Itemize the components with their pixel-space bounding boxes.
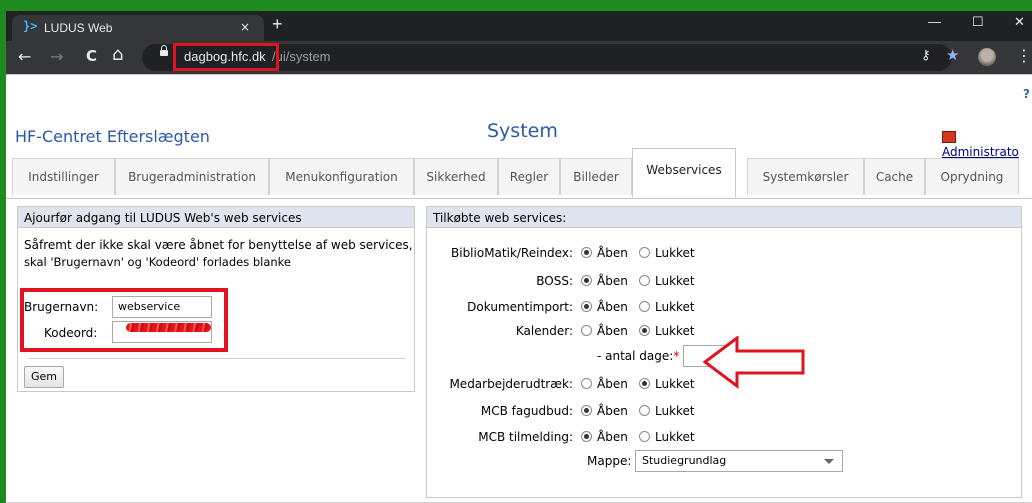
tab-indstillinger[interactable]: Indstillinger bbox=[12, 158, 115, 195]
closed-label: Lukket bbox=[655, 246, 695, 260]
required-marker: * bbox=[673, 349, 680, 363]
radio-mcb-tilmelding-closed[interactable] bbox=[639, 431, 650, 442]
browser-tab[interactable]: }> LUDUS Web × bbox=[12, 15, 264, 41]
url-path[interactable]: /ui/system bbox=[272, 49, 331, 64]
open-label: Åben bbox=[597, 404, 628, 418]
radio-medarbejderudtraek-closed[interactable] bbox=[639, 378, 650, 389]
tab-oprydning[interactable]: Oprydning bbox=[925, 158, 1019, 195]
closed-label: Lukket bbox=[655, 274, 695, 288]
services-panel: Tilkøbte web services: BiblioMatik/Reind… bbox=[426, 206, 1022, 498]
radio-mcb-fagudbud-closed[interactable] bbox=[639, 405, 650, 416]
open-label: Åben bbox=[597, 324, 628, 338]
closed-label: Lukket bbox=[655, 300, 695, 314]
tab-billeder[interactable]: Billeder bbox=[560, 158, 632, 195]
credentials-highlight-annotation bbox=[20, 288, 228, 352]
radio-bibliomatik-closed[interactable] bbox=[639, 247, 650, 258]
radio-dokumentimport-open[interactable] bbox=[581, 301, 592, 312]
url-highlight-annotation bbox=[173, 43, 279, 71]
menu-icon[interactable]: ⋮ bbox=[1016, 46, 1032, 65]
closed-label: Lukket bbox=[655, 377, 695, 391]
tab-menukonfiguration[interactable]: Menukonfiguration bbox=[269, 158, 414, 195]
browser-window: }> LUDUS Web × + — ☐ ✕ ← → C ⌂ dagbog.hf… bbox=[6, 11, 1032, 503]
minimize-icon[interactable]: — bbox=[928, 14, 941, 29]
tab-brugeradministration[interactable]: Brugeradministration bbox=[115, 158, 269, 195]
maximize-icon[interactable]: ☐ bbox=[972, 14, 984, 30]
radio-bibliomatik-open[interactable] bbox=[581, 247, 592, 258]
closed-label: Lukket bbox=[655, 324, 695, 338]
tab-title: LUDUS Web bbox=[44, 21, 113, 35]
key-icon[interactable]: ⚷ bbox=[921, 48, 931, 63]
closed-label: Lukket bbox=[655, 404, 695, 418]
page-content: ? HF-Centret Efterslægten System Adminis… bbox=[6, 74, 1032, 503]
description-line-1: Såfremt der ikke skal være åbnet for ben… bbox=[24, 238, 413, 252]
service-label-boss: BOSS: bbox=[536, 274, 573, 288]
antal-dage-label: - antal dage:* bbox=[597, 349, 680, 363]
services-panel-header: Tilkøbte web services: bbox=[427, 207, 1021, 228]
reload-icon[interactable]: C bbox=[86, 47, 97, 65]
radio-mcb-fagudbud-open[interactable] bbox=[581, 405, 592, 416]
radio-dokumentimport-closed[interactable] bbox=[639, 301, 650, 312]
service-label-dokumentimport: Dokumentimport: bbox=[467, 300, 573, 314]
radio-boss-closed[interactable] bbox=[639, 275, 650, 286]
help-link[interactable]: ? bbox=[1023, 87, 1030, 101]
closed-label: Lukket bbox=[655, 430, 695, 444]
page-title: System bbox=[487, 120, 558, 142]
open-label: Åben bbox=[597, 430, 628, 444]
open-label: Åben bbox=[597, 377, 628, 391]
radio-boss-open[interactable] bbox=[581, 275, 592, 286]
mappe-label: Mappe: bbox=[587, 454, 632, 468]
close-window-icon[interactable]: ✕ bbox=[1014, 14, 1025, 30]
open-label: Åben bbox=[597, 246, 628, 260]
service-label-mcb-tilmelding: MCB tilmelding: bbox=[478, 430, 573, 444]
home-icon[interactable]: ⌂ bbox=[112, 44, 123, 65]
radio-kalender-open[interactable] bbox=[581, 325, 592, 336]
tab-sikkerhed[interactable]: Sikkerhed bbox=[414, 158, 498, 195]
new-tab-icon[interactable]: + bbox=[272, 14, 283, 35]
service-label-bibliomatik: BiblioMatik/Reindex: bbox=[451, 246, 573, 260]
profile-avatar[interactable] bbox=[978, 48, 996, 66]
tab-divider bbox=[6, 198, 1032, 199]
credentials-panel-header: Ajourfør adgang til LUDUS Web's web serv… bbox=[18, 207, 414, 228]
admin-link-label: Administrato bbox=[942, 145, 1019, 159]
open-label: Åben bbox=[597, 274, 628, 288]
save-button[interactable]: Gem bbox=[24, 366, 64, 388]
form-divider bbox=[29, 358, 405, 359]
system-tabs: Indstillinger Brugeradministration Menuk… bbox=[12, 148, 1032, 198]
tab-webservices[interactable]: Webservices bbox=[632, 148, 736, 197]
tab-close-icon[interactable]: × bbox=[240, 20, 250, 34]
annotation-arrow bbox=[703, 336, 805, 389]
service-label-mcb-fagudbud: MCB fagudbud: bbox=[480, 404, 573, 418]
forward-icon[interactable]: → bbox=[50, 47, 63, 66]
tab-systemkorsler[interactable]: Systemkørsler bbox=[747, 158, 864, 195]
open-label: Åben bbox=[597, 300, 628, 314]
school-name: HF-Centret Efterslægten bbox=[15, 127, 210, 146]
admin-icon bbox=[942, 131, 956, 143]
bookmark-star-icon[interactable]: ★ bbox=[946, 46, 959, 64]
description-line-2: skal 'Brugernavn' og 'Kodeord' forlades … bbox=[24, 255, 292, 269]
service-label-medarbejderudtraek: Medarbejderudtræk: bbox=[449, 377, 573, 391]
credentials-panel: Ajourfør adgang til LUDUS Web's web serv… bbox=[17, 206, 415, 392]
chevron-down-icon bbox=[824, 459, 834, 464]
tab-cache[interactable]: Cache bbox=[864, 158, 925, 195]
ludus-favicon-icon: }> bbox=[23, 19, 38, 33]
tab-regler[interactable]: Regler bbox=[498, 158, 560, 195]
radio-mcb-tilmelding-open[interactable] bbox=[581, 431, 592, 442]
lock-icon[interactable] bbox=[160, 45, 168, 56]
mappe-select[interactable]: Studiegrundlag bbox=[635, 450, 843, 472]
back-icon[interactable]: ← bbox=[18, 47, 31, 66]
service-label-kalender: Kalender: bbox=[515, 324, 573, 338]
tab-strip: }> LUDUS Web × + — ☐ ✕ bbox=[6, 11, 1032, 41]
radio-medarbejderudtraek-open[interactable] bbox=[581, 378, 592, 389]
radio-kalender-closed[interactable] bbox=[639, 325, 650, 336]
mappe-selected-value: Studiegrundlag bbox=[642, 454, 727, 467]
browser-toolbar: ← → C ⌂ dagbog.hfc.dk /ui/system ⚷ ★ ⋮ bbox=[6, 41, 1032, 74]
admin-link[interactable]: Administrato bbox=[942, 131, 1032, 159]
desktop-background: }> LUDUS Web × + — ☐ ✕ ← → C ⌂ dagbog.hf… bbox=[0, 0, 1032, 503]
